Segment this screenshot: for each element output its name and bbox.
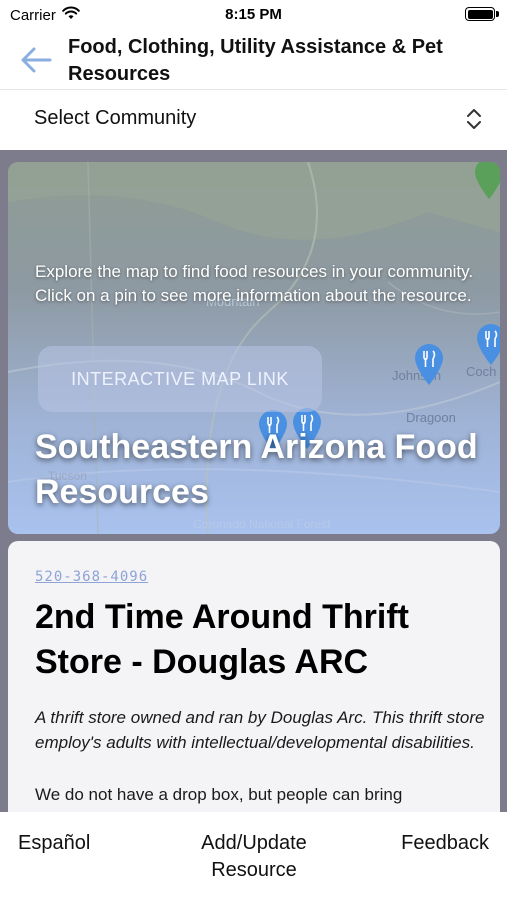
- food-pin-icon[interactable]: [474, 322, 500, 366]
- arrow-left-icon: [21, 47, 52, 73]
- resource-title: 2nd Time Around Thrift Store - Douglas A…: [35, 598, 409, 681]
- map-description: Explore the map to find food resources i…: [35, 262, 474, 305]
- content-scroll-area[interactable]: Mountain Johnson Coch Dragoon Tucson Cor…: [0, 150, 507, 812]
- nav-header: Food, Clothing, Utility Assistance & Pet…: [0, 30, 507, 90]
- back-button[interactable]: [18, 42, 54, 78]
- page-title: Food, Clothing, Utility Assistance & Pet…: [68, 36, 443, 85]
- food-pin-icon[interactable]: [472, 162, 500, 200]
- add-update-resource-button[interactable]: Add/Update Resource: [170, 830, 338, 884]
- status-time: 8:15 PM: [225, 6, 282, 23]
- map-label-coch: Coch: [466, 364, 496, 379]
- header-divider: [0, 89, 507, 90]
- chevron-up-down-icon: [467, 109, 481, 129]
- map-card-title: Southeastern Arizona Food Resources: [35, 428, 478, 511]
- add-update-label-line2: Resource: [211, 859, 297, 881]
- bottom-toolbar: Español Add/Update Resource Feedback: [0, 812, 507, 900]
- map-label-coronado: Coronado National Forest: [193, 517, 331, 531]
- community-select-label: Select Community: [34, 107, 197, 129]
- community-select[interactable]: Select Community: [0, 92, 507, 148]
- status-bar: Carrier 8:15 PM: [0, 0, 507, 30]
- add-update-label-line1: Add/Update: [201, 832, 307, 854]
- espanol-button[interactable]: Español: [18, 830, 90, 857]
- food-pin-icon[interactable]: [412, 342, 446, 386]
- battery-icon: [465, 7, 499, 21]
- interactive-map-link-label: INTERACTIVE MAP LINK: [71, 368, 289, 389]
- interactive-map-link-button[interactable]: INTERACTIVE MAP LINK: [38, 346, 322, 412]
- resource-note: We do not have a drop box, but people ca…: [35, 785, 403, 804]
- resource-phone-link[interactable]: 520-368-4096: [35, 569, 148, 585]
- feedback-button[interactable]: Feedback: [401, 830, 489, 857]
- resource-card: 520-368-4096 2nd Time Around Thrift Stor…: [8, 541, 500, 812]
- map-card: Mountain Johnson Coch Dragoon Tucson Cor…: [8, 162, 500, 534]
- map-label-dragoon: Dragoon: [406, 410, 456, 425]
- resource-description: A thrift store owned and ran by Douglas …: [35, 708, 485, 752]
